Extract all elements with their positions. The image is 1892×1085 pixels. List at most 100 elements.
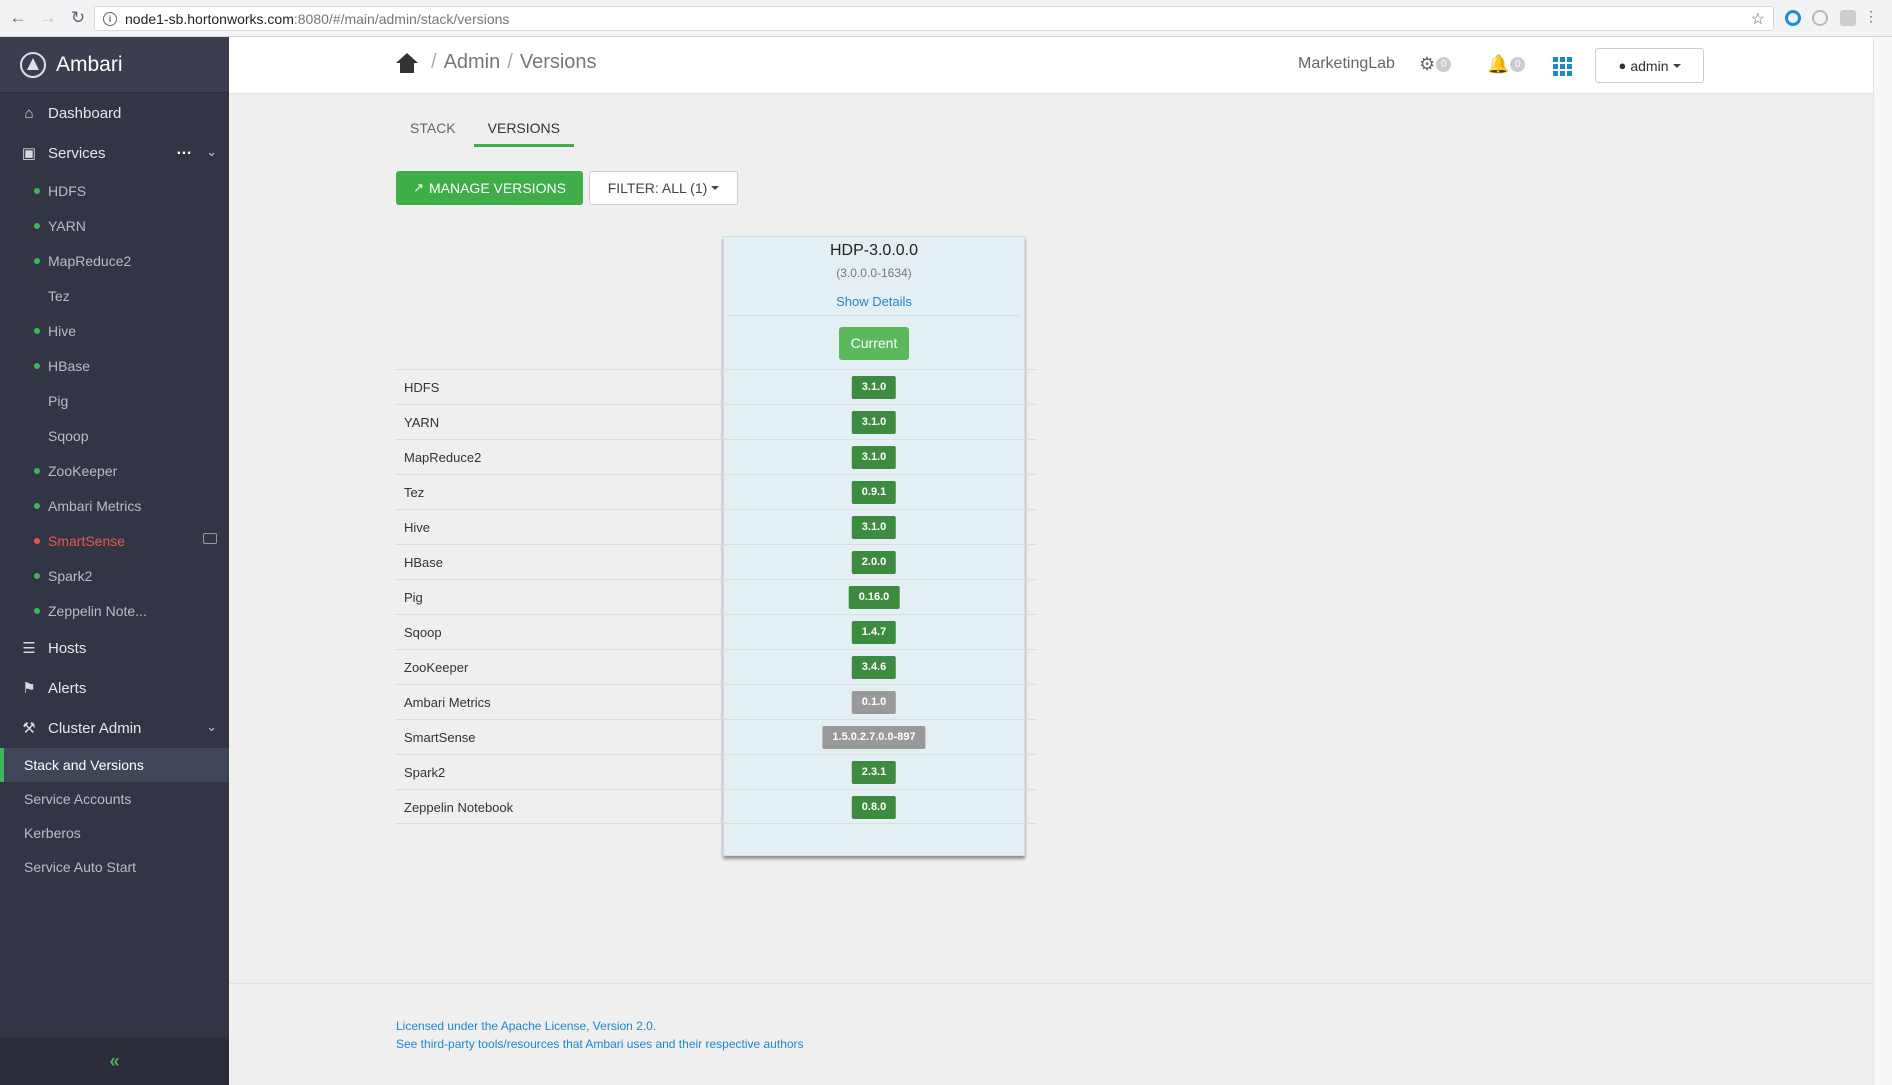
version-name: HDP-3.0.0.0 xyxy=(829,242,919,259)
component-name: Ambari Metrics xyxy=(404,695,491,710)
sidebar-item-kerberos[interactable]: Kerberos xyxy=(0,816,229,850)
service-label: HBase xyxy=(48,357,91,374)
sidebar-service-item[interactable]: ZooKeeper xyxy=(0,453,229,488)
back-icon[interactable]: ← xyxy=(6,6,30,30)
cluster-name: MarketingLab xyxy=(1298,55,1395,72)
page-scrollbar[interactable] xyxy=(1873,37,1892,1085)
service-label: HDFS xyxy=(48,182,87,199)
tab-versions[interactable]: VERSIONS xyxy=(473,114,574,147)
footer: Licensed under the Apache License, Versi… xyxy=(229,983,1892,1053)
sidebar-service-item[interactable]: Tez xyxy=(0,278,229,313)
wrench-icon: ⚒ xyxy=(22,720,36,737)
sidebar-service-item[interactable]: HDFS xyxy=(0,173,229,208)
home-icon: ⌂ xyxy=(24,104,34,122)
sidebar-item-service-auto-start[interactable]: Service Auto Start xyxy=(0,850,229,884)
extension-icon[interactable] xyxy=(1785,10,1801,26)
sidebar-item-label: Hosts xyxy=(48,639,87,657)
extension-icon[interactable] xyxy=(1812,10,1828,26)
bookmark-star-icon[interactable]: ☆ xyxy=(1751,9,1765,29)
component-version-badge: 0.16.0 xyxy=(848,586,900,609)
tabs: STACK VERSIONS xyxy=(396,114,578,147)
user-icon: ● xyxy=(1618,58,1627,73)
extension-icon[interactable] xyxy=(1840,10,1856,26)
show-details-link[interactable]: Show Details xyxy=(723,294,1025,315)
bell-icon: 🔔 xyxy=(1487,54,1510,74)
sidebar-service-item[interactable]: YARN xyxy=(0,208,229,243)
sidebar-service-item[interactable]: Sqoop xyxy=(0,418,229,453)
service-label: SmartSense xyxy=(48,532,126,549)
sidebar-item-dashboard[interactable]: ⌂ Dashboard xyxy=(0,93,229,133)
component-name: Tez xyxy=(404,485,425,500)
service-label: ZooKeeper xyxy=(48,462,118,479)
reload-icon[interactable]: ↻ xyxy=(66,6,90,30)
chevron-down-icon[interactable]: ⌄ xyxy=(206,719,217,735)
briefcase-icon: ▣ xyxy=(21,145,37,162)
sidebar-item-cluster-admin[interactable]: ⚒ Cluster Admin ⌄ xyxy=(0,708,229,748)
component-version-badge: 3.1.0 xyxy=(851,516,897,539)
tab-stack[interactable]: STACK xyxy=(396,114,470,147)
alerts-button[interactable]: 🔔 0 xyxy=(1487,54,1526,75)
sidebar-item-services[interactable]: ▣ Services … ⌄ xyxy=(0,133,229,173)
chevron-down-icon[interactable]: ⌄ xyxy=(206,144,217,160)
current-status-button[interactable]: Current xyxy=(839,327,909,360)
sidebar-service-item[interactable]: Spark2 xyxy=(0,558,229,593)
more-actions-icon[interactable]: … xyxy=(176,141,193,159)
site-info-icon[interactable]: i xyxy=(103,11,117,26)
component-version-badge: 3.1.0 xyxy=(851,376,897,399)
sidebar-service-item[interactable]: HBase xyxy=(0,348,229,383)
sidebar-item-label: Services xyxy=(48,144,106,162)
third-party-link[interactable]: See third-party tools/resources that Amb… xyxy=(396,1035,1892,1053)
sidebar-item-label: Dashboard xyxy=(48,104,122,122)
service-label: Spark2 xyxy=(48,567,93,584)
sidebar-service-item[interactable]: Zeppelin Note... xyxy=(0,593,229,628)
status-dot-icon xyxy=(34,572,40,579)
service-label: Sqoop xyxy=(48,427,89,444)
table-row: SmartSense 1.5.0.2.7.0.0-897 xyxy=(396,719,1036,754)
user-name: admin xyxy=(1630,57,1669,74)
table-row: HDFS 3.1.0 xyxy=(396,369,1036,404)
services-list: HDFS YARN MapReduce2 Tez Hive HBase Pig Sqoop Zo… xyxy=(0,173,229,628)
status-dot-icon xyxy=(34,537,40,544)
breadcrumb: / Admin / Versions xyxy=(396,51,597,74)
breadcrumb-admin[interactable]: Admin xyxy=(444,51,501,74)
table-row: Zeppelin Notebook 0.8.0 xyxy=(396,789,1036,824)
brand[interactable]: Ambari xyxy=(0,37,229,93)
version-header: HDP-3.0.0.0 (3.0.0.0-1634) Show Details … xyxy=(723,236,1025,360)
sidebar: Ambari ⌂ Dashboard ▣ Services … ⌄ HDFS YA… xyxy=(0,37,229,1085)
sidebar-service-item[interactable]: Pig xyxy=(0,383,229,418)
user-menu-button[interactable]: ● admin xyxy=(1595,48,1704,83)
filter-dropdown[interactable]: FILTER: ALL (1) xyxy=(589,171,738,205)
manage-versions-button[interactable]: ↗ MANAGE VERSIONS xyxy=(396,171,583,205)
sidebar-item-stack-and-versions[interactable]: Stack and Versions xyxy=(0,748,229,782)
sidebar-service-item[interactable]: SmartSense xyxy=(0,523,229,558)
collapse-sidebar-button[interactable]: « xyxy=(0,1037,229,1085)
service-label: Ambari Metrics xyxy=(48,497,142,514)
url-host: node1-sb.hortonworks.com xyxy=(125,10,294,27)
browser-menu-icon[interactable]: ⋮ xyxy=(1864,9,1878,25)
breadcrumb-separator: / xyxy=(507,51,513,73)
background-ops-button[interactable]: ⚙ 0 xyxy=(1419,54,1452,75)
license-link[interactable]: Licensed under the Apache License, Versi… xyxy=(396,1017,1892,1035)
sidebar-item-hosts[interactable]: ☰ Hosts xyxy=(0,628,229,668)
sidebar-item-service-accounts[interactable]: Service Accounts xyxy=(0,782,229,816)
forward-icon[interactable]: → xyxy=(36,6,60,30)
sidebar-service-item[interactable]: Hive xyxy=(0,313,229,348)
home-icon[interactable] xyxy=(396,52,418,73)
component-name: Pig xyxy=(404,590,423,605)
brand-name: Ambari xyxy=(56,52,123,76)
table-row: Sqoop 1.4.7 xyxy=(396,614,1036,649)
component-version-badge: 2.3.1 xyxy=(851,761,897,784)
service-label: Zeppelin Note... xyxy=(48,602,147,619)
table-row: Ambari Metrics 0.1.0 xyxy=(396,684,1036,719)
sidebar-item-alerts[interactable]: ⚑ Alerts xyxy=(0,668,229,708)
address-bar[interactable]: i node1-sb.hortonworks.com:8080/#/main/a… xyxy=(94,6,1774,31)
sidebar-service-item[interactable]: MapReduce2 xyxy=(0,243,229,278)
sidebar-item-label: Stack and Versions xyxy=(24,757,144,773)
sidebar-service-item[interactable]: Ambari Metrics xyxy=(0,488,229,523)
ops-count-badge: 0 xyxy=(1436,57,1452,72)
component-name: Zeppelin Notebook xyxy=(404,800,514,815)
sidebar-item-label: Service Accounts xyxy=(24,791,132,807)
component-name: YARN xyxy=(404,415,440,430)
views-grid-icon[interactable] xyxy=(1553,57,1572,76)
status-dot-icon xyxy=(34,467,40,474)
